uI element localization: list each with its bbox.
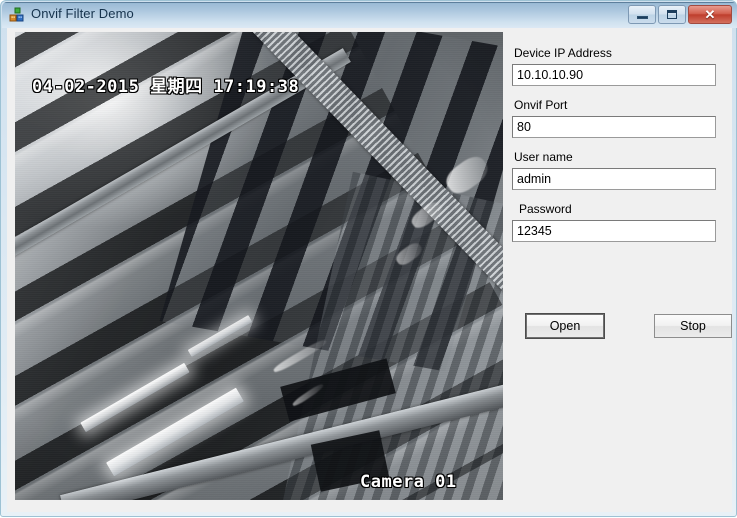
title-bar[interactable]: Onvif Filter Demo ✕ xyxy=(2,2,737,28)
video-scene xyxy=(15,32,503,500)
application-window: Onvif Filter Demo ✕ 04-02-2015 星期四 17:19… xyxy=(0,0,737,517)
stop-button[interactable]: Stop xyxy=(654,314,732,338)
client-area: 04-02-2015 星期四 17:19:38 Camera 01 Device… xyxy=(7,28,732,512)
maximize-button[interactable] xyxy=(658,5,686,24)
user-name-label: User name xyxy=(514,150,573,164)
connection-form: Device IP Address Onvif Port User name P… xyxy=(512,46,728,254)
open-button[interactable]: Open xyxy=(526,314,604,338)
device-ip-address-label: Device IP Address xyxy=(514,46,612,60)
video-preview-panel[interactable]: 04-02-2015 星期四 17:19:38 Camera 01 xyxy=(15,32,503,500)
password-input[interactable] xyxy=(512,220,716,242)
window-controls: ✕ xyxy=(628,5,732,24)
device-ip-address-input[interactable] xyxy=(512,64,716,86)
window-title: Onvif Filter Demo xyxy=(31,6,134,21)
scene-vignette xyxy=(15,32,503,500)
onvif-port-input[interactable] xyxy=(512,116,716,138)
app-blocks-icon xyxy=(9,7,25,23)
close-icon: ✕ xyxy=(704,7,716,22)
osd-camera-label: Camera 01 xyxy=(360,472,457,492)
onvif-port-label: Onvif Port xyxy=(514,98,568,112)
osd-datetime: 04-02-2015 星期四 17:19:38 xyxy=(32,77,300,97)
password-label: Password xyxy=(519,202,572,216)
close-button[interactable]: ✕ xyxy=(688,5,732,24)
action-button-row: Open Stop xyxy=(512,314,737,342)
minimize-icon xyxy=(636,15,648,19)
minimize-button[interactable] xyxy=(628,5,656,24)
user-name-input[interactable] xyxy=(512,168,716,190)
maximize-icon xyxy=(667,10,677,19)
